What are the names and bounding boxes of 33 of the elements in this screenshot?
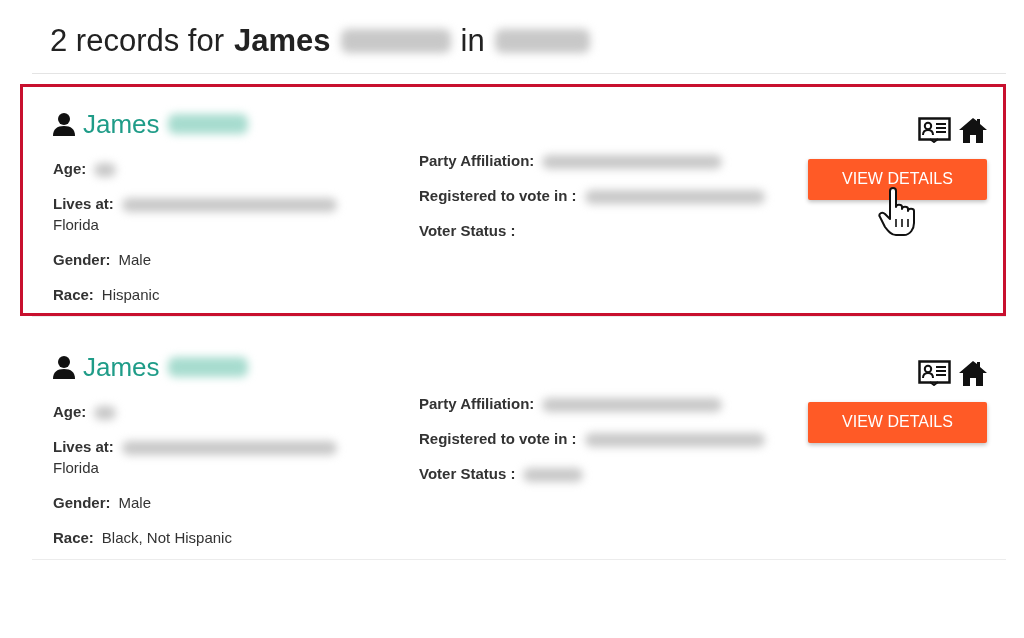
field-value: Florida (53, 458, 99, 476)
person-icon (53, 112, 75, 136)
field-label: Race: (53, 528, 94, 546)
field-value: Male (118, 250, 152, 268)
field-label: Voter Status : (419, 464, 516, 482)
field-label: Age: (53, 159, 87, 177)
view-details-button[interactable]: VIEW DETAILS (808, 401, 987, 443)
field-value: Florida (53, 215, 99, 233)
field-label: Gender: (53, 493, 111, 511)
person-icon (53, 355, 75, 379)
field-label: Lives at: (53, 437, 114, 455)
field-label: Party Affiliation: (419, 151, 535, 169)
field-label: Voter Status : (419, 221, 516, 239)
person-name: James (83, 107, 160, 141)
field-label: Party Affiliation: (419, 394, 535, 412)
id-card-icon (918, 116, 951, 143)
field-label: Registered to vote in : (419, 186, 577, 204)
view-details-button[interactable]: VIEW DETAILS (808, 158, 987, 200)
person-name: James (83, 350, 160, 384)
field-label: Age: (53, 402, 87, 420)
heading-text: in (460, 22, 485, 60)
field-label: Gender: (53, 250, 111, 268)
field-value: Hispanic (101, 285, 160, 303)
heading-name: James (234, 22, 331, 60)
id-card-icon (918, 359, 951, 386)
home-icon (959, 116, 987, 143)
field-label: Race: (53, 285, 94, 303)
home-icon (959, 359, 987, 386)
field-value: Male (118, 493, 152, 511)
heading-text: 2 records for (50, 22, 224, 60)
field-value: Black, Not Hispanic (101, 528, 232, 546)
field-label: Lives at: (53, 194, 114, 212)
field-label: Registered to vote in : (419, 429, 577, 447)
